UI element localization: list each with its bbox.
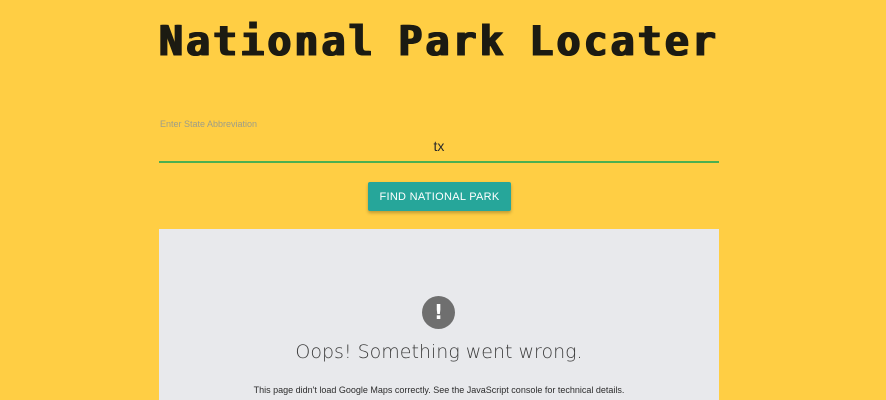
title-word-national: National bbox=[159, 17, 376, 67]
title-word-park: Park bbox=[398, 17, 507, 67]
error-exclamation-icon: ! bbox=[422, 296, 455, 329]
state-abbreviation-input[interactable] bbox=[159, 131, 719, 163]
page-title: National Park Locater bbox=[159, 17, 719, 67]
error-detail: This page didn't load Google Maps correc… bbox=[253, 385, 625, 395]
title-word-locater: Locater bbox=[529, 17, 719, 67]
map-panel: ! Oops! Something went wrong. This page … bbox=[159, 229, 719, 400]
state-input-label: Enter State Abbreviation bbox=[160, 119, 258, 129]
error-title: Oops! Something went wrong. bbox=[295, 341, 583, 363]
find-national-park-button[interactable]: FIND NATIONAL PARK bbox=[368, 182, 511, 211]
